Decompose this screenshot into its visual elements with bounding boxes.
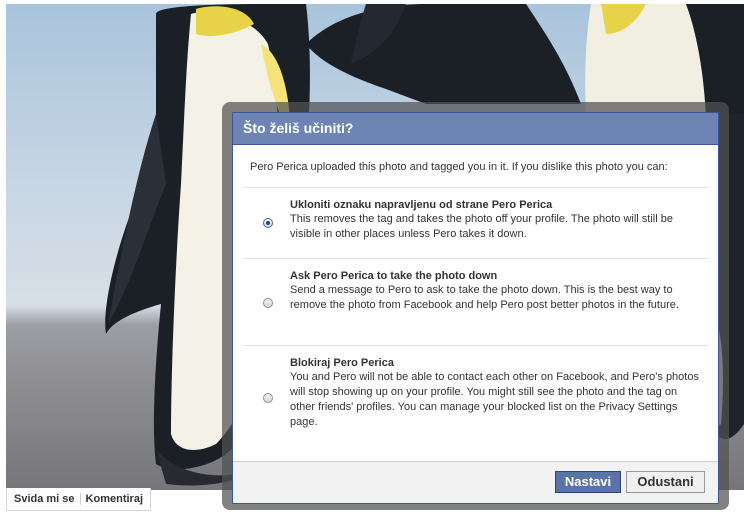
dialog-title: Što želiš učiniti? bbox=[233, 113, 718, 145]
comment-link[interactable]: Komentiraj bbox=[79, 493, 148, 505]
continue-button[interactable]: Nastavi bbox=[555, 471, 621, 493]
radio-ask-take-down[interactable] bbox=[263, 298, 273, 308]
option-ask-take-down[interactable]: Ask Pero Perica to take the photo down S… bbox=[243, 259, 708, 346]
option-remove-tag[interactable]: Ukloniti oznaku napravljenu od strane Pe… bbox=[243, 188, 708, 259]
option-title: Ukloniti oznaku napravljenu od strane Pe… bbox=[290, 199, 553, 211]
option-block-user[interactable]: Blokiraj Pero Perica You and Pero will n… bbox=[243, 346, 708, 448]
cancel-button[interactable]: Odustani bbox=[626, 471, 705, 493]
option-title: Blokiraj Pero Perica bbox=[290, 357, 394, 369]
option-title: Ask Pero Perica to take the photo down bbox=[290, 270, 498, 282]
dialog-footer: Nastavi Odustani bbox=[233, 461, 718, 503]
radio-remove-tag[interactable] bbox=[263, 218, 273, 228]
radio-block-user[interactable] bbox=[263, 393, 273, 403]
dialog-intro-text: Pero Perica uploaded this photo and tagg… bbox=[243, 145, 708, 188]
option-description: Send a message to Pero to ask to take th… bbox=[290, 284, 679, 311]
like-link[interactable]: Svida mi se bbox=[9, 493, 80, 505]
dialog-body: Pero Perica uploaded this photo and tagg… bbox=[233, 145, 718, 448]
photo-actions-bar: Svida mi se Komentiraj bbox=[6, 488, 152, 511]
option-description: This removes the tag and takes the photo… bbox=[290, 213, 673, 240]
option-description: You and Pero will not be able to contact… bbox=[290, 371, 699, 428]
remove-tag-dialog: Što želiš učiniti? Pero Perica uploaded … bbox=[232, 112, 719, 504]
